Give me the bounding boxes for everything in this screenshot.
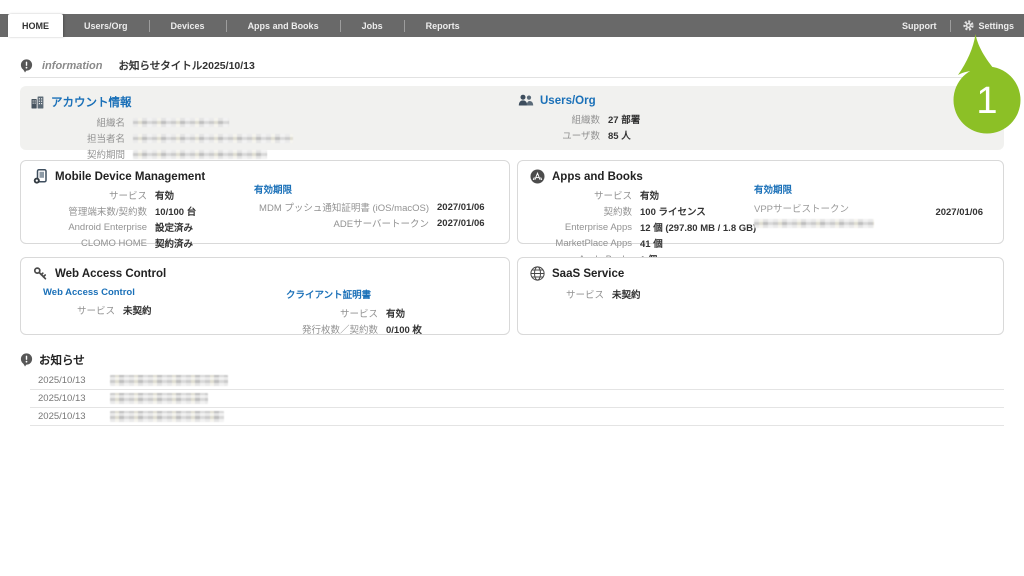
field-value: 41 個: [640, 236, 1003, 250]
web-access-control-link[interactable]: Web Access Control: [43, 287, 286, 298]
field-label: 担当者名: [40, 131, 125, 145]
mobile-device-icon: [33, 169, 48, 184]
field-value: 27 部署: [608, 112, 640, 126]
announcements-title: お知らせ: [39, 352, 85, 368]
announcement-date: 2025/10/13: [38, 411, 96, 422]
information-kicker: information: [42, 60, 103, 72]
building-icon: [30, 95, 45, 110]
settings-link: Settings: [974, 21, 1014, 31]
announcement-title-redacted: [110, 393, 208, 404]
client-certificate-column: クライアント証明書 サービス 有効 発行枚数／契約数 0/100 枚: [286, 287, 422, 336]
field-value: 契約済み: [155, 236, 509, 250]
field-label: サービス: [286, 306, 378, 320]
nav-divider: [950, 20, 951, 32]
field-value: 2027/01/06: [437, 218, 485, 229]
information-headline[interactable]: お知らせタイトル2025/10/13: [119, 58, 255, 73]
card-title: Mobile Device Management: [55, 171, 205, 183]
field-value-redacted: [133, 118, 293, 127]
card-title: Apps and Books: [552, 171, 643, 183]
account-info-title[interactable]: アカウント情報: [51, 94, 132, 110]
field-label: 組織数: [528, 112, 600, 126]
announcements-list: 2025/10/13 2025/10/13 2025/10/13: [30, 372, 1004, 426]
announcement-date: 2025/10/13: [38, 375, 96, 386]
field-label: サービス: [532, 287, 604, 301]
vpp-expiry-column: 有効期限 VPPサービストークン 2027/01/06: [754, 182, 989, 228]
field-label: サービス: [35, 188, 147, 202]
card-mobile-device-management: Mobile Device Management サービス 有効 管理端末数/契…: [20, 160, 510, 244]
tab-home[interactable]: HOME: [8, 14, 63, 37]
tab-reports[interactable]: Reports: [405, 14, 481, 37]
announcement-row[interactable]: 2025/10/13: [30, 408, 1004, 426]
card-title: Web Access Control: [55, 268, 166, 280]
globe-icon: [530, 266, 545, 281]
announcement-row[interactable]: 2025/10/13: [30, 372, 1004, 390]
field-label: CLOMO HOME: [35, 238, 147, 249]
account-info-section: アカウント情報 組織名 担当者名 契約期間: [30, 94, 293, 161]
app-store-icon: [530, 169, 545, 184]
field-value: 未契約: [123, 303, 286, 317]
information-bar: information お知らせタイトル2025/10/13: [20, 54, 1004, 78]
field-label: サービス: [43, 303, 115, 317]
users-icon: [518, 94, 534, 107]
announcement-bubble-icon: [20, 353, 33, 367]
expiry-link[interactable]: 有効期限: [254, 182, 485, 196]
field-label: 管理端末数/契約数: [35, 204, 147, 218]
card-saas-service: SaaS Service サービス 未契約: [517, 257, 1004, 335]
field-value: 2027/01/06: [437, 202, 485, 213]
field-value-redacted: [133, 150, 293, 159]
field-label: 発行枚数／契約数: [286, 322, 378, 336]
field-label: 契約数: [532, 204, 632, 218]
announcements-section: お知らせ 2025/10/13 2025/10/13 2025/10/13: [20, 352, 1004, 426]
vpp-token-value-redacted: [754, 219, 874, 228]
announcement-row[interactable]: 2025/10/13: [30, 390, 1004, 408]
app-window: HOME Users/Org Devices Apps and Books Jo…: [0, 0, 1024, 576]
gear-icon: [963, 20, 974, 31]
field-label: ADEサーバートークン: [254, 216, 429, 230]
field-label: 組織名: [40, 115, 125, 129]
field-label: Enterprise Apps: [532, 222, 632, 233]
tab-devices[interactable]: Devices: [150, 14, 226, 37]
card-web-access-control: Web Access Control Web Access Control サー…: [20, 257, 510, 335]
mdm-expiry-column: 有効期限 MDM プッシュ通知証明書 (iOS/macOS) 2027/01/0…: [254, 182, 485, 230]
users-org-title[interactable]: Users/Org: [540, 95, 596, 107]
field-value: 0/100 枚: [386, 322, 422, 336]
key-icon: [33, 266, 48, 281]
expiry-link[interactable]: 有効期限: [754, 182, 989, 196]
top-nav-bar: HOME Users/Org Devices Apps and Books Jo…: [0, 14, 1024, 37]
vpp-expiry-date: 2027/01/06: [935, 207, 983, 218]
announcement-title-redacted: [110, 411, 224, 422]
tab-apps-and-books[interactable]: Apps and Books: [227, 14, 340, 37]
information-bubble-icon: [20, 59, 33, 73]
field-label: ユーザ数: [528, 128, 600, 142]
settings-button[interactable]: Settings: [963, 20, 1014, 31]
field-value-redacted: [133, 134, 293, 143]
support-link[interactable]: Support: [888, 21, 951, 31]
tab-jobs[interactable]: Jobs: [341, 14, 404, 37]
field-value: 85 人: [608, 128, 640, 142]
field-label: MDM プッシュ通知証明書 (iOS/macOS): [254, 200, 429, 214]
announcement-date: 2025/10/13: [38, 393, 96, 404]
field-label: Android Enterprise: [35, 222, 147, 233]
wac-service-column: Web Access Control サービス 未契約: [43, 287, 286, 336]
field-value: 有効: [386, 306, 422, 320]
field-label: 契約期間: [40, 147, 125, 161]
field-label: サービス: [532, 188, 632, 202]
announcement-title-redacted: [110, 375, 228, 386]
card-title: SaaS Service: [552, 268, 624, 280]
users-org-section: Users/Org 組織数 27 部署 ユーザ数 85 人: [518, 94, 640, 142]
account-summary-panel: アカウント情報 組織名 担当者名 契約期間: [20, 86, 1004, 150]
field-value: 未契約: [612, 287, 1003, 301]
client-certificate-link[interactable]: クライアント証明書: [286, 287, 422, 301]
field-label: MarketPlace Apps: [532, 238, 632, 249]
tab-users-org[interactable]: Users/Org: [63, 14, 149, 37]
card-apps-and-books: Apps and Books サービス 有効 契約数 100 ライセンス Ent…: [517, 160, 1004, 244]
nav-right-group: Support Settings: [888, 14, 1024, 37]
